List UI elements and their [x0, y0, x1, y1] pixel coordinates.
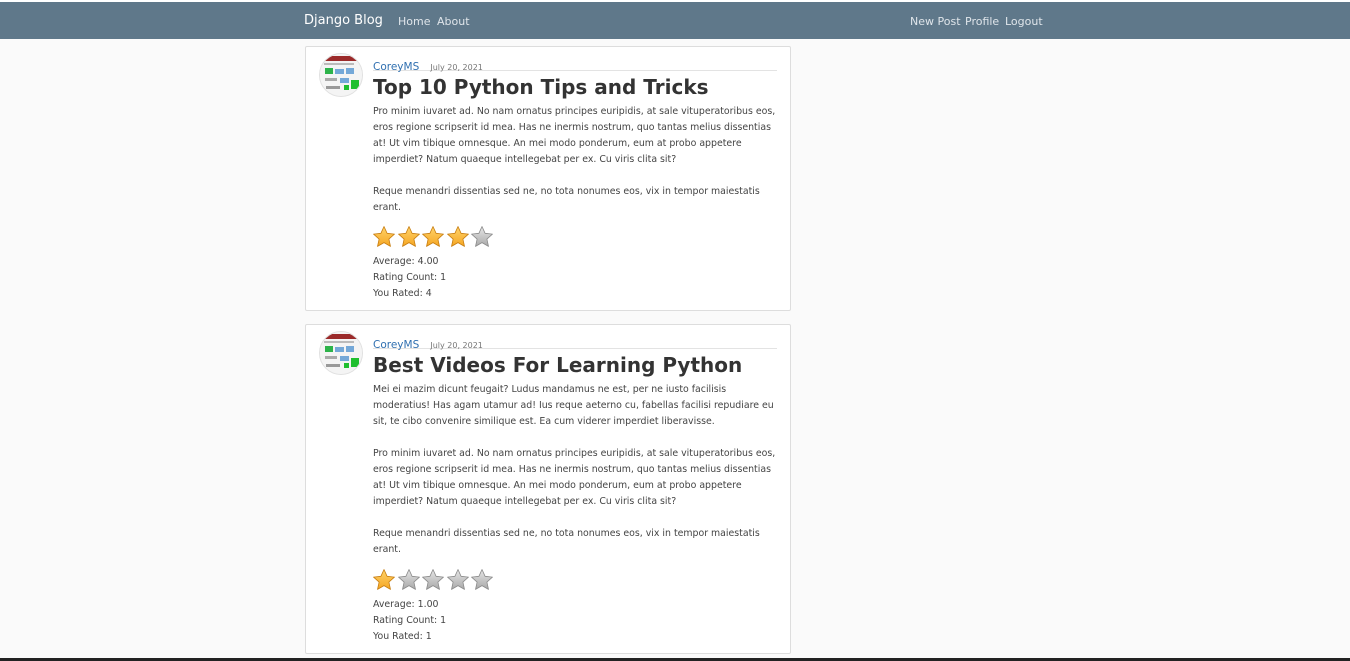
post-meta: CoreyMS July 20, 2021	[373, 333, 777, 351]
post-paragraph: Reque menandri dissentias sed ne, no tot…	[373, 528, 760, 555]
nav-home-link[interactable]: Home	[398, 15, 430, 28]
rating-count: Rating Count: 1	[373, 615, 447, 626]
author-link[interactable]: CoreyMS	[373, 61, 419, 73]
post-title[interactable]: Top 10 Python Tips and Tricks	[373, 75, 709, 99]
nav-new-post-link[interactable]: New Post	[910, 15, 961, 28]
rating-average: Average: 4.00	[373, 256, 439, 267]
rating-you-rated: You Rated: 4	[373, 288, 432, 299]
post-paragraph: Reque menandri dissentias sed ne, no tot…	[373, 186, 760, 213]
nav-about-link[interactable]: About	[437, 15, 470, 28]
author-avatar[interactable]	[319, 331, 363, 375]
navbar: Django Blog Home About New Post Profile …	[0, 2, 1350, 39]
star-empty-icon[interactable]	[421, 568, 445, 592]
rating-you-rated: You Rated: 1	[373, 631, 432, 642]
author-avatar[interactable]	[319, 53, 363, 97]
star-empty-icon[interactable]	[470, 568, 494, 592]
rating-average: Average: 1.00	[373, 599, 439, 610]
post-paragraph: Pro minim iuvaret ad. No nam ornatus pri…	[373, 106, 776, 165]
post-title[interactable]: Best Videos For Learning Python	[373, 353, 742, 377]
post-date: July 20, 2021	[430, 341, 483, 350]
post-meta: CoreyMS July 20, 2021	[373, 55, 777, 73]
star-filled-icon[interactable]	[446, 225, 470, 249]
post-date: July 20, 2021	[430, 63, 483, 72]
nav-profile-link[interactable]: Profile	[965, 15, 999, 28]
post-paragraph: Mei ei mazim dicunt feugait? Ludus manda…	[373, 384, 774, 427]
star-filled-icon[interactable]	[372, 568, 396, 592]
star-empty-icon[interactable]	[397, 568, 421, 592]
rating-count: Rating Count: 1	[373, 272, 447, 283]
star-empty-icon[interactable]	[470, 225, 494, 249]
star-filled-icon[interactable]	[397, 225, 421, 249]
brand-link[interactable]: Django Blog	[304, 13, 383, 28]
post-paragraph: Pro minim iuvaret ad. No nam ornatus pri…	[373, 448, 776, 507]
author-link[interactable]: CoreyMS	[373, 339, 419, 351]
star-filled-icon[interactable]	[421, 225, 445, 249]
star-filled-icon[interactable]	[372, 225, 396, 249]
star-rating	[372, 225, 502, 251]
post-card: CoreyMS July 20, 2021 Top 10 Python Tips…	[305, 46, 791, 311]
post-card: CoreyMS July 20, 2021 Best Videos For Le…	[305, 324, 791, 654]
nav-logout-link[interactable]: Logout	[1005, 15, 1043, 28]
star-rating	[372, 568, 502, 594]
star-empty-icon[interactable]	[446, 568, 470, 592]
